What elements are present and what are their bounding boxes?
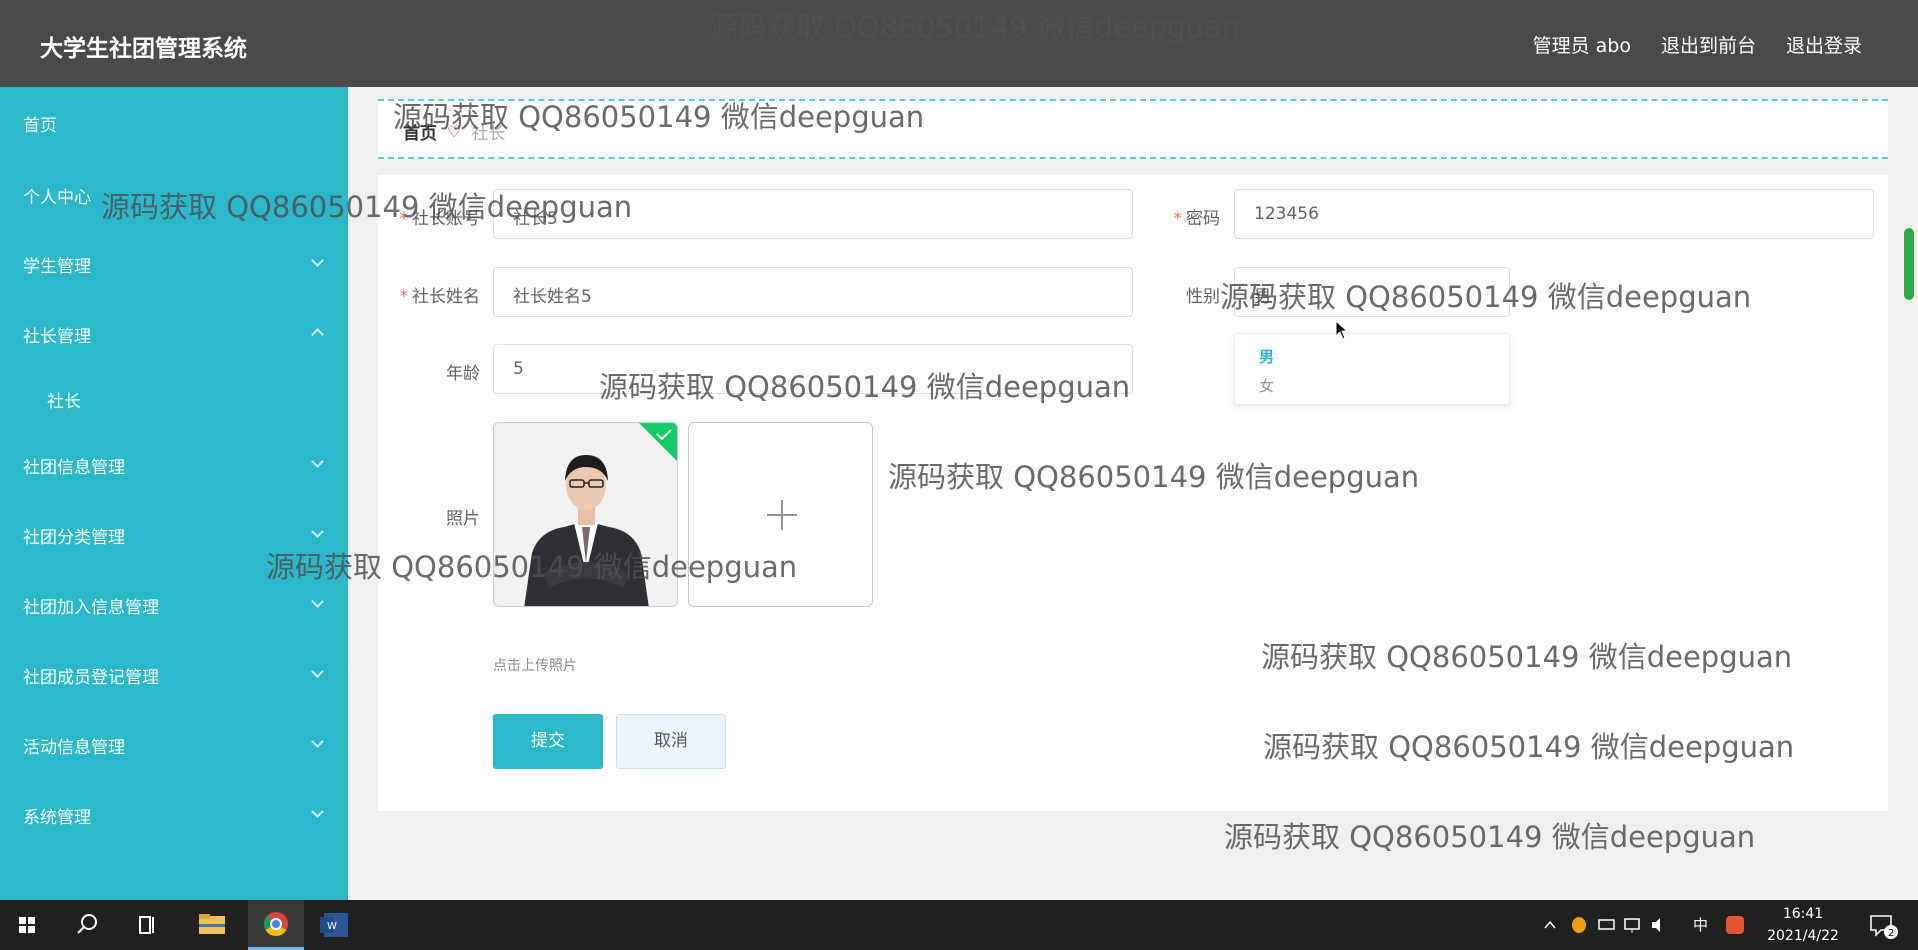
gender-select[interactable]: 男: [1234, 267, 1510, 317]
gender-option-female[interactable]: 女: [1259, 375, 1274, 396]
upload-photo-button[interactable]: [688, 422, 873, 607]
sidebar-item-label: 社团成员登记管理: [23, 668, 159, 688]
gender-label: 性别: [1186, 287, 1220, 307]
sidebar-item-label: 个人中心: [23, 188, 91, 208]
sidebar-item-label: 社长管理: [23, 327, 91, 347]
sidebar-item-student-management[interactable]: 学生管理: [0, 238, 348, 288]
sogou-input-icon[interactable]: [1724, 900, 1746, 950]
heart-icon: ♡: [447, 122, 462, 141]
sidebar-item-label: 活动信息管理: [23, 738, 125, 758]
network-icon[interactable]: [1622, 900, 1644, 950]
chevron-down-icon: [311, 805, 324, 818]
person-photo-image: [494, 423, 677, 606]
uploaded-photo[interactable]: [493, 422, 678, 607]
breadcrumb-home[interactable]: 首页: [403, 119, 437, 144]
name-input[interactable]: 社长姓名5: [493, 267, 1133, 317]
qq-icon[interactable]: [1568, 900, 1590, 950]
sidebar-item-member-registration-management[interactable]: 社团成员登记管理: [0, 649, 348, 699]
sidebar-item-label: 系统管理: [23, 808, 91, 828]
chevron-down-icon: [311, 735, 324, 748]
chevron-down-icon: [311, 525, 324, 538]
taskbar-clock[interactable]: 16:41 2021/4/22: [1758, 903, 1848, 947]
account-label: * 社长账号: [399, 209, 481, 229]
tray-chevron-up-icon[interactable]: [1540, 900, 1560, 950]
sidebar-item-home[interactable]: 首页: [0, 97, 348, 147]
chevron-down-icon: [311, 455, 324, 468]
exit-to-front-link[interactable]: 退出到前台: [1661, 31, 1756, 58]
sidebar-item-label: 首页: [23, 116, 57, 136]
sidebar: 首页 个人中心 学生管理 社长管理 社长 社团信息管理 社团分类管理 社团加入信…: [0, 87, 348, 900]
sidebar-item-label: 社团信息管理: [23, 458, 125, 478]
windows-start-icon[interactable]: [2, 900, 52, 950]
notification-count: 2: [1888, 928, 1894, 939]
breadcrumb-current: 社长: [471, 124, 506, 144]
password-label: * 密码: [1173, 209, 1221, 229]
notification-icon[interactable]: 2: [1862, 900, 1902, 950]
name-label: * 社长姓名: [399, 287, 481, 307]
age-label: 年龄: [446, 364, 480, 384]
sidebar-item-activity-management[interactable]: 活动信息管理: [0, 719, 348, 769]
clock-date: 2021/4/22: [1767, 928, 1839, 944]
sidebar-item-club-join-management[interactable]: 社团加入信息管理: [0, 579, 348, 629]
sidebar-item-system-management[interactable]: 系统管理: [0, 789, 348, 839]
logout-link[interactable]: 退出登录: [1786, 31, 1862, 58]
page-scrollbar[interactable]: [1904, 228, 1914, 300]
password-input[interactable]: 123456: [1234, 189, 1874, 239]
file-explorer-icon[interactable]: [187, 900, 237, 950]
submit-button[interactable]: 提交: [493, 714, 603, 769]
gender-dropdown: 男 女: [1234, 333, 1510, 405]
clock-time: 16:41: [1782, 906, 1824, 922]
search-icon[interactable]: [62, 900, 112, 950]
sidebar-item-label: 学生管理: [23, 257, 91, 277]
account-input[interactable]: 社长5: [493, 189, 1133, 239]
app-root: 大学生社团管理系统 管理员 abo 退出到前台 退出登录 首页 个人中心 学生管…: [0, 0, 1918, 950]
sidebar-item-club-info-management[interactable]: 社团信息管理: [0, 439, 348, 489]
app-title: 大学生社团管理系统: [40, 36, 247, 62]
sidebar-item-president-management[interactable]: 社长管理: [0, 308, 348, 358]
windows-taskbar: W 中 16:41 2021/4/22 2: [0, 900, 1918, 950]
sidebar-item-club-category-management[interactable]: 社团分类管理: [0, 509, 348, 559]
gender-option-male[interactable]: 男: [1259, 346, 1274, 367]
age-input[interactable]: 5: [493, 344, 1133, 394]
mouse-cursor-icon: [1335, 320, 1349, 340]
chevron-up-icon: [311, 328, 324, 341]
sidebar-subitem-president[interactable]: 社长: [0, 373, 348, 423]
breadcrumb: 首页 ♡ 社长: [378, 99, 1888, 159]
word-icon[interactable]: W: [310, 900, 360, 950]
upload-hint: 点击上传照片: [493, 658, 577, 674]
admin-user-link[interactable]: 管理员 abo: [1533, 31, 1631, 58]
svg-text:W: W: [327, 921, 337, 932]
battery-icon[interactable]: [1596, 900, 1618, 950]
sidebar-item-label: 社团分类管理: [23, 528, 125, 548]
task-view-icon[interactable]: [122, 900, 172, 950]
chevron-down-icon: [311, 665, 324, 678]
ime-indicator[interactable]: 中: [1693, 900, 1708, 950]
header-nav: 管理员 abo 退出到前台 退出登录: [1533, 31, 1862, 58]
chevron-down-icon: [311, 254, 324, 267]
chrome-icon[interactable]: [248, 900, 304, 950]
photo-label: 照片: [446, 509, 480, 529]
chevron-down-icon: [311, 595, 324, 608]
sidebar-item-label: 社长: [47, 392, 81, 412]
cancel-button[interactable]: 取消: [616, 714, 726, 769]
top-header: 大学生社团管理系统 管理员 abo 退出到前台 退出登录: [0, 0, 1918, 87]
sidebar-item-personal-center[interactable]: 个人中心: [0, 169, 348, 219]
volume-icon[interactable]: [1648, 900, 1670, 950]
sidebar-item-label: 社团加入信息管理: [23, 598, 159, 618]
